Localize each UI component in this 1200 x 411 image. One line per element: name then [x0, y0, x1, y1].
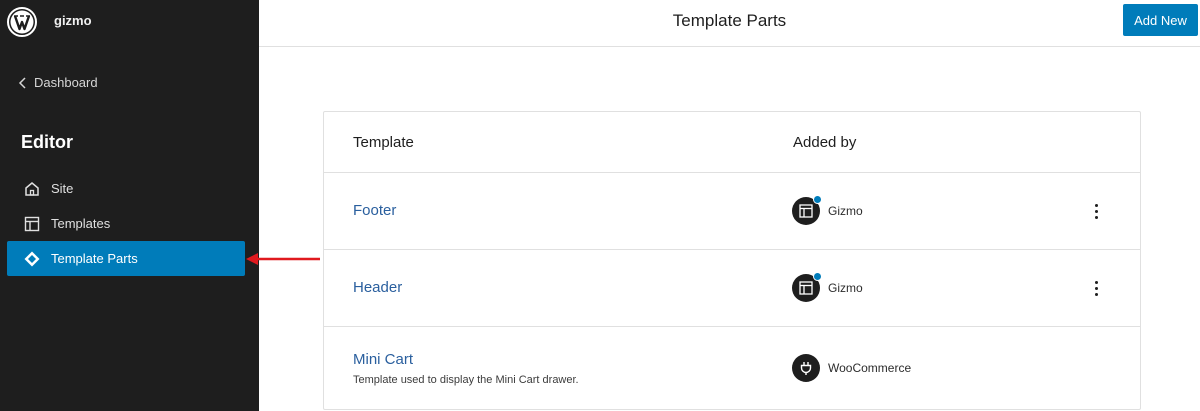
- symbol-icon: [24, 251, 40, 266]
- author-avatar: [792, 354, 820, 382]
- chevron-left-icon: [18, 76, 26, 89]
- template-title-link[interactable]: Mini Cart: [353, 351, 413, 368]
- dot-icon: [1094, 215, 1098, 219]
- sidebar: gizmo Dashboard Editor Site Templates Te…: [0, 0, 259, 411]
- author-avatar: [792, 272, 822, 302]
- dot-icon: [1094, 286, 1098, 290]
- more-actions-button[interactable]: [1086, 276, 1106, 300]
- annotation-arrow-icon: [246, 253, 320, 265]
- layout-icon: [799, 204, 813, 218]
- wordpress-icon[interactable]: [6, 6, 38, 38]
- sidebar-item-templates[interactable]: Templates: [7, 206, 245, 241]
- dot-icon: [1094, 292, 1098, 296]
- layout-icon: [799, 281, 813, 295]
- sidebar-item-label: Site: [51, 181, 74, 196]
- author-cell: Gizmo: [792, 195, 863, 225]
- header: Template Parts Add New: [259, 0, 1200, 47]
- page-title: Template Parts: [672, 11, 787, 30]
- template-title-link[interactable]: Header: [353, 279, 402, 296]
- dot-icon: [1094, 203, 1098, 207]
- author-avatar: [792, 195, 822, 225]
- layout-icon: [24, 216, 40, 231]
- status-dot: [813, 195, 822, 204]
- add-new-button[interactable]: Add New: [1123, 4, 1198, 36]
- site-name[interactable]: gizmo: [54, 13, 92, 28]
- dot-icon: [1094, 280, 1098, 284]
- plugin-icon: [800, 362, 812, 375]
- status-dot: [813, 272, 822, 281]
- author-cell: WooCommerce: [792, 354, 911, 382]
- template-description: Template used to display the Mini Cart d…: [353, 374, 579, 386]
- template-title-link[interactable]: Footer: [353, 202, 396, 219]
- author-name: Gizmo: [828, 281, 863, 295]
- table-row: Footer Gizmo: [324, 173, 1140, 250]
- back-link-label: Dashboard: [34, 75, 98, 90]
- editor-title: Editor: [21, 132, 73, 152]
- template-parts-table: Template Added by Footer Gizmo Header Gi…: [323, 111, 1141, 410]
- column-header-template: Template: [353, 134, 414, 151]
- sidebar-item-site[interactable]: Site: [7, 171, 245, 206]
- site-hub: gizmo: [0, 0, 259, 46]
- table-header: Template Added by: [324, 112, 1140, 173]
- back-to-dashboard-link[interactable]: Dashboard: [18, 75, 98, 90]
- column-header-added-by: Added by: [793, 134, 857, 151]
- sidebar-item-label: Template Parts: [51, 251, 138, 266]
- more-actions-button[interactable]: [1086, 199, 1106, 223]
- sidebar-item-label: Templates: [51, 216, 111, 231]
- home-icon: [25, 181, 39, 196]
- table-row: Header Gizmo: [324, 250, 1140, 327]
- author-name: Gizmo: [828, 204, 863, 218]
- dot-icon: [1094, 209, 1098, 213]
- table-row: Mini Cart Template used to display the M…: [324, 327, 1140, 409]
- author-name: WooCommerce: [828, 361, 912, 375]
- sidebar-item-template-parts[interactable]: Template Parts: [7, 241, 245, 276]
- author-cell: Gizmo: [792, 272, 863, 302]
